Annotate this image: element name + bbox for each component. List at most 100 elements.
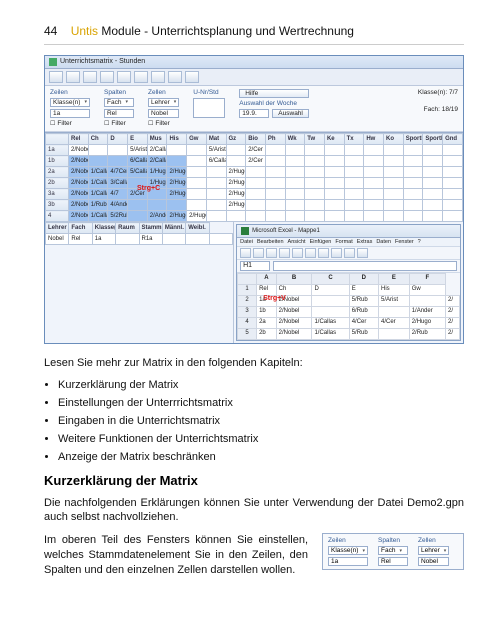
toolbar-button[interactable]	[49, 71, 63, 83]
excel-menu-item[interactable]: Extras	[357, 239, 373, 245]
week-input[interactable]: 19.9.	[239, 109, 269, 118]
grid-cell[interactable]	[265, 178, 285, 189]
help-button[interactable]: Hilfe	[239, 89, 309, 98]
grid-cell[interactable]: 2/Cer	[246, 156, 266, 167]
grid-cell[interactable]: 2/Nobel	[69, 167, 89, 178]
grid-col-header[interactable]: SportK	[403, 134, 423, 145]
zellen-select[interactable]: Lehrer	[148, 98, 179, 107]
grid-cell[interactable]: 2/Hugo	[226, 189, 246, 200]
excel-menu-item[interactable]: Datei	[240, 239, 253, 245]
toolbar-button[interactable]	[83, 71, 97, 83]
grid-cell[interactable]: 2/Hugo	[167, 167, 187, 178]
grid-cell[interactable]	[187, 156, 207, 167]
grid-cell[interactable]	[384, 145, 404, 156]
grid-cell[interactable]: 2/Ander	[147, 211, 167, 222]
grid-cell[interactable]	[423, 200, 443, 211]
detail-col-header[interactable]: Raum	[116, 223, 139, 234]
grid-col-header[interactable]: D	[108, 134, 128, 145]
grid-cell[interactable]	[265, 156, 285, 167]
auswahl-button[interactable]: Auswahl	[272, 109, 309, 118]
grid-row-header[interactable]: 4	[46, 211, 69, 222]
grid-cell[interactable]	[246, 178, 266, 189]
grid-cell[interactable]	[423, 145, 443, 156]
grid-cell[interactable]: 2/Nobel	[69, 145, 89, 156]
grid-cell[interactable]	[305, 211, 325, 222]
grid-col-header[interactable]: Ch	[88, 134, 108, 145]
mini-zellen-select[interactable]: Lehrer	[418, 546, 449, 555]
grid-cell[interactable]	[187, 145, 207, 156]
grid-cell[interactable]: 2/Callas	[147, 145, 167, 156]
grid-cell[interactable]	[265, 200, 285, 211]
excel-cell[interactable]: 5/Rub	[349, 295, 378, 306]
grid-cell[interactable]	[285, 167, 305, 178]
grid-cell[interactable]	[384, 156, 404, 167]
grid-col-header[interactable]: Tw	[305, 134, 325, 145]
grid-cell[interactable]	[364, 211, 384, 222]
grid-cell[interactable]	[305, 178, 325, 189]
excel-cell[interactable]: 5/Arist	[379, 295, 410, 306]
excel-cell[interactable]: 4/Cer	[349, 317, 378, 328]
grid-cell[interactable]	[206, 200, 226, 211]
grid-cell[interactable]: 2/Nobel	[69, 211, 89, 222]
grid-cell[interactable]: 2/Hugo	[167, 178, 187, 189]
detail-col-header[interactable]: Männl.	[162, 223, 185, 234]
detail-cell[interactable]: Rel	[69, 234, 92, 245]
grid-cell[interactable]	[403, 145, 423, 156]
excel-menu-item[interactable]: Bearbeiten	[257, 239, 284, 245]
grid-col-header[interactable]: Ko	[384, 134, 404, 145]
grid-cell[interactable]	[187, 189, 207, 200]
excel-menu-item[interactable]: Format	[335, 239, 352, 245]
grid-cell[interactable]	[246, 211, 266, 222]
excel-cell[interactable]: Ch	[276, 284, 312, 295]
grid-cell[interactable]: 2/Nobel	[69, 178, 89, 189]
grid-col-header[interactable]: SportM	[423, 134, 443, 145]
grid-cell[interactable]	[206, 189, 226, 200]
grid-cell[interactable]	[364, 156, 384, 167]
mini-spalten-value[interactable]: Rel	[378, 557, 408, 566]
grid-cell[interactable]	[324, 178, 344, 189]
toolbar-button[interactable]	[185, 71, 199, 83]
grid-cell[interactable]: 1/Hugo	[147, 167, 167, 178]
mini-spalten-select[interactable]: Fach	[378, 546, 408, 555]
grid-cell[interactable]	[206, 211, 226, 222]
excel-tool-button[interactable]	[305, 248, 316, 258]
grid-col-header[interactable]: Tx	[344, 134, 364, 145]
grid-cell[interactable]: 4/7	[108, 189, 128, 200]
grid-cell[interactable]	[285, 145, 305, 156]
grid-cell[interactable]	[443, 178, 463, 189]
grid-cell[interactable]	[167, 200, 187, 211]
grid-cell[interactable]	[285, 200, 305, 211]
excel-cell[interactable]: Rel	[257, 284, 277, 295]
grid-cell[interactable]	[108, 156, 128, 167]
excel-cell[interactable]: 2/Rub	[409, 328, 445, 339]
excel-col-header[interactable]: F	[409, 273, 445, 284]
excel-menu-item[interactable]: ?	[418, 239, 421, 245]
grid-cell[interactable]	[324, 200, 344, 211]
grid-cell[interactable]: 3/Callas/4/7	[108, 178, 128, 189]
grid-cell[interactable]	[305, 156, 325, 167]
grid-cell[interactable]	[285, 211, 305, 222]
grid-cell[interactable]	[344, 178, 364, 189]
excel-menu-item[interactable]: Fenster	[395, 239, 414, 245]
toolbar-button[interactable]	[100, 71, 114, 83]
excel-tool-button[interactable]	[253, 248, 264, 258]
excel-menu-item[interactable]: Daten	[376, 239, 391, 245]
grid-cell[interactable]	[324, 211, 344, 222]
grid-cell[interactable]	[423, 189, 443, 200]
grid-row-header[interactable]: 2a	[46, 167, 69, 178]
grid-col-header[interactable]: Gw	[187, 134, 207, 145]
grid-cell[interactable]: 2/Hugo	[187, 211, 207, 222]
grid-cell[interactable]	[403, 156, 423, 167]
excel-cell[interactable]	[379, 328, 410, 339]
detail-col-header[interactable]: Fach	[69, 223, 92, 234]
excel-row-header[interactable]: 4	[238, 317, 257, 328]
grid-cell[interactable]	[443, 211, 463, 222]
grid-cell[interactable]	[187, 178, 207, 189]
grid-col-header[interactable]: Ph	[265, 134, 285, 145]
excel-tool-button[interactable]	[279, 248, 290, 258]
grid-cell[interactable]	[246, 167, 266, 178]
grid-cell[interactable]	[265, 189, 285, 200]
excel-col-header[interactable]: D	[349, 273, 378, 284]
grid-cell[interactable]: 1/Callas	[88, 211, 108, 222]
excel-cell-ref[interactable]: H1	[240, 261, 270, 271]
